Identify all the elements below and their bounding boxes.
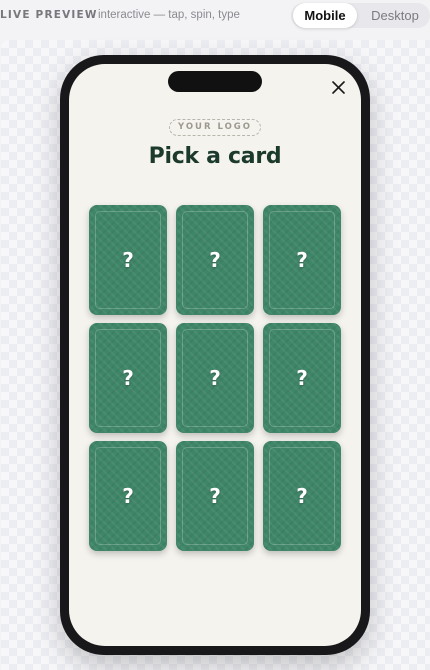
mobile-mode-button[interactable]: Mobile — [293, 3, 357, 28]
card-label: ? — [122, 366, 134, 390]
card-1[interactable]: ? — [89, 205, 167, 315]
desktop-mode-button[interactable]: Desktop — [361, 3, 429, 28]
card-3[interactable]: ? — [263, 205, 341, 315]
card-label: ? — [209, 366, 221, 390]
card-label: ? — [296, 484, 308, 508]
card-label: ? — [122, 248, 134, 272]
card-8[interactable]: ? — [176, 441, 254, 551]
interaction-hint: interactive — tap, spin, type — [98, 9, 240, 21]
device-toggle: Mobile Desktop — [291, 3, 430, 28]
card-label: ? — [296, 248, 308, 272]
card-label: ? — [122, 484, 134, 508]
card-9[interactable]: ? — [263, 441, 341, 551]
card-label: ? — [209, 248, 221, 272]
page-title: Pick a card — [148, 144, 282, 169]
card-label: ? — [296, 366, 308, 390]
phone-screen: YOUR LOGO Pick a card ? ? ? ? ? ? ? ? ? — [69, 64, 361, 646]
close-button[interactable] — [327, 76, 349, 98]
phone-frame: YOUR LOGO Pick a card ? ? ? ? ? ? ? ? ? — [60, 55, 370, 655]
close-icon — [331, 80, 345, 94]
logo-placeholder: YOUR LOGO — [169, 119, 261, 136]
dynamic-island — [168, 71, 262, 92]
card-2[interactable]: ? — [176, 205, 254, 315]
preview-toolbar: LIVE PREVIEW interactive — tap, spin, ty… — [0, 0, 430, 32]
card-label: ? — [209, 484, 221, 508]
card-7[interactable]: ? — [89, 441, 167, 551]
card-4[interactable]: ? — [89, 323, 167, 433]
live-preview-label: LIVE PREVIEW — [0, 9, 98, 21]
card-5[interactable]: ? — [176, 323, 254, 433]
card-6[interactable]: ? — [263, 323, 341, 433]
